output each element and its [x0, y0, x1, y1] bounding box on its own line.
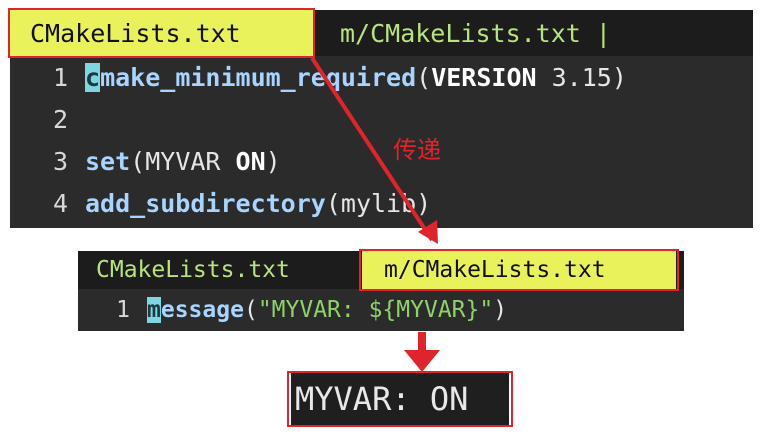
command-name: add_subdirectory [85, 188, 326, 218]
tab-label: CMakeLists.txt [96, 257, 290, 283]
line-number: 1 [116, 297, 130, 323]
paren-open: ( [416, 62, 432, 92]
code-line: 2 [10, 98, 68, 140]
directory-name: mylib [340, 188, 417, 218]
code-line: 1 c make_minimum_required(VERSION 3.15) [10, 56, 627, 98]
paren-close: ) [611, 62, 627, 92]
version-number: 3.15 [536, 62, 612, 92]
code-line: 1 m essage("MYVAR: ${MYVAR}") [78, 291, 507, 329]
tab-cmakelists-sub[interactable]: m/CMakeLists.txt | [340, 10, 740, 56]
command-name: essage [160, 297, 244, 323]
tab-cmakelists-root[interactable]: CMakeLists.txt [96, 251, 356, 289]
arrow-to-output [404, 332, 440, 372]
paren-open: ( [243, 297, 258, 323]
line-number: 1 [52, 62, 68, 92]
string-literal: "MYVAR: ${MYVAR}" [257, 297, 494, 323]
command-name: set [85, 146, 131, 176]
line-number: 2 [52, 104, 68, 134]
highlight-box-tab-root [8, 8, 315, 58]
code-line: 4 add_subdirectory(mylib) [10, 182, 431, 224]
paren-open: ( [130, 146, 146, 176]
text-cursor: m [147, 297, 161, 323]
line-number: 4 [52, 188, 68, 218]
code-line: 3 set(MYVAR ON) [10, 140, 281, 182]
paren-close: ) [493, 297, 508, 323]
annotation-label: 传递 [393, 136, 441, 164]
value-on: ON [235, 146, 266, 176]
line-number: 3 [52, 146, 68, 176]
paren-close: ) [265, 146, 281, 176]
text-cursor: c [85, 62, 101, 92]
keyword-version: VERSION [431, 62, 537, 92]
variable-name: MYVAR [145, 146, 236, 176]
tab-label: m/CMakeLists.txt | [340, 18, 611, 48]
highlight-box-tab-sub [359, 249, 679, 291]
paren-close: ) [416, 188, 432, 218]
command-name: make_minimum_required [100, 62, 417, 92]
highlight-box-output [287, 371, 513, 427]
paren-open: ( [325, 188, 341, 218]
